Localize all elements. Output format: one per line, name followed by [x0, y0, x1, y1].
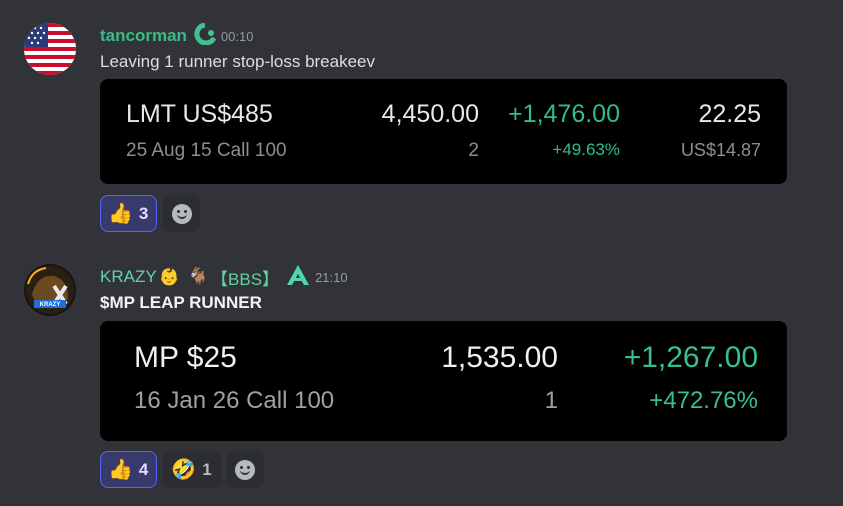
thumbs-up-icon: 👍 — [108, 458, 133, 481]
reaction-count: 1 — [202, 459, 212, 479]
trade-price: 1,535.00 — [441, 341, 558, 374]
reaction-count: 3 — [138, 203, 149, 223]
username[interactable]: KRAZY — [100, 267, 157, 287]
trade-price: 4,450.00 — [381, 100, 479, 128]
goat-emoji-icon: 🐐 — [187, 267, 210, 286]
trade-pl-percent: +472.76% — [649, 387, 758, 414]
trade-pl-percent: +49.63% — [552, 140, 620, 159]
trade-pl: +1,476.00 — [508, 100, 620, 128]
trade-contract: 16 Jan 26 Call 100 — [134, 387, 335, 414]
username[interactable]: tancorman — [100, 26, 187, 46]
reaction-count: 4 — [138, 459, 149, 479]
user-avatar-krazy[interactable]: KRAZY — [24, 264, 76, 316]
add-reaction-button[interactable] — [226, 451, 264, 488]
timestamp: 00:10 — [220, 28, 254, 44]
krazy-avatar-icon: KRAZY — [24, 264, 76, 316]
reactions-bar: 👍 3 — [100, 195, 201, 232]
user-tag: 【BBS】 — [211, 269, 280, 289]
add-reaction-icon — [235, 459, 256, 480]
message-header: KRAZY 👶 🐐 【BBS】 21:10 — [100, 264, 348, 291]
timestamp: 21:10 — [315, 269, 348, 285]
reaction-thumbs-up[interactable]: 👍 3 — [100, 195, 158, 232]
trade-symbol: LMT US$485 — [126, 100, 273, 128]
reactions-bar: 👍 4 🤣 1 — [100, 451, 264, 488]
rofl-icon: 🤣 — [171, 458, 197, 481]
trade-avg-cost: US$14.87 — [680, 140, 761, 160]
reaction-rofl[interactable]: 🤣 1 — [163, 451, 221, 488]
trade-symbol: MP $25 — [134, 341, 237, 374]
baby-emoji-icon: 👶 — [158, 267, 180, 286]
add-reaction-button[interactable] — [163, 195, 201, 232]
trade-contract: 25 Aug 15 Call 100 — [126, 140, 287, 161]
reaction-thumbs-up[interactable]: 👍 4 — [100, 451, 158, 488]
trade-card[interactable]: LMT US$485 25 Aug 15 Call 100 4,450.00 2… — [100, 79, 787, 184]
trade-last: 22.25 — [698, 100, 761, 128]
trade-quantity: 2 — [468, 140, 479, 161]
trade-card[interactable]: MP $25 16 Jan 26 Call 100 1,535.00 1 +1,… — [100, 321, 787, 441]
message-content: Leaving 1 runner stop-loss breakeev — [100, 52, 375, 71]
trade-pl: +1,267.00 — [623, 341, 758, 374]
guild-badge-icon[interactable] — [193, 22, 217, 50]
thumbs-up-icon: 👍 — [108, 202, 133, 225]
trade-quantity: 1 — [544, 387, 558, 414]
svg-text:KRAZY: KRAZY — [40, 302, 61, 308]
us-flag-icon — [24, 23, 76, 75]
add-reaction-icon — [171, 203, 192, 224]
message-content: $MP LEAP RUNNER — [100, 293, 262, 312]
server-badge-icon[interactable] — [285, 264, 311, 291]
user-avatar-us-flag[interactable] — [24, 23, 76, 75]
message-header: tancorman 00:10 — [100, 22, 254, 50]
